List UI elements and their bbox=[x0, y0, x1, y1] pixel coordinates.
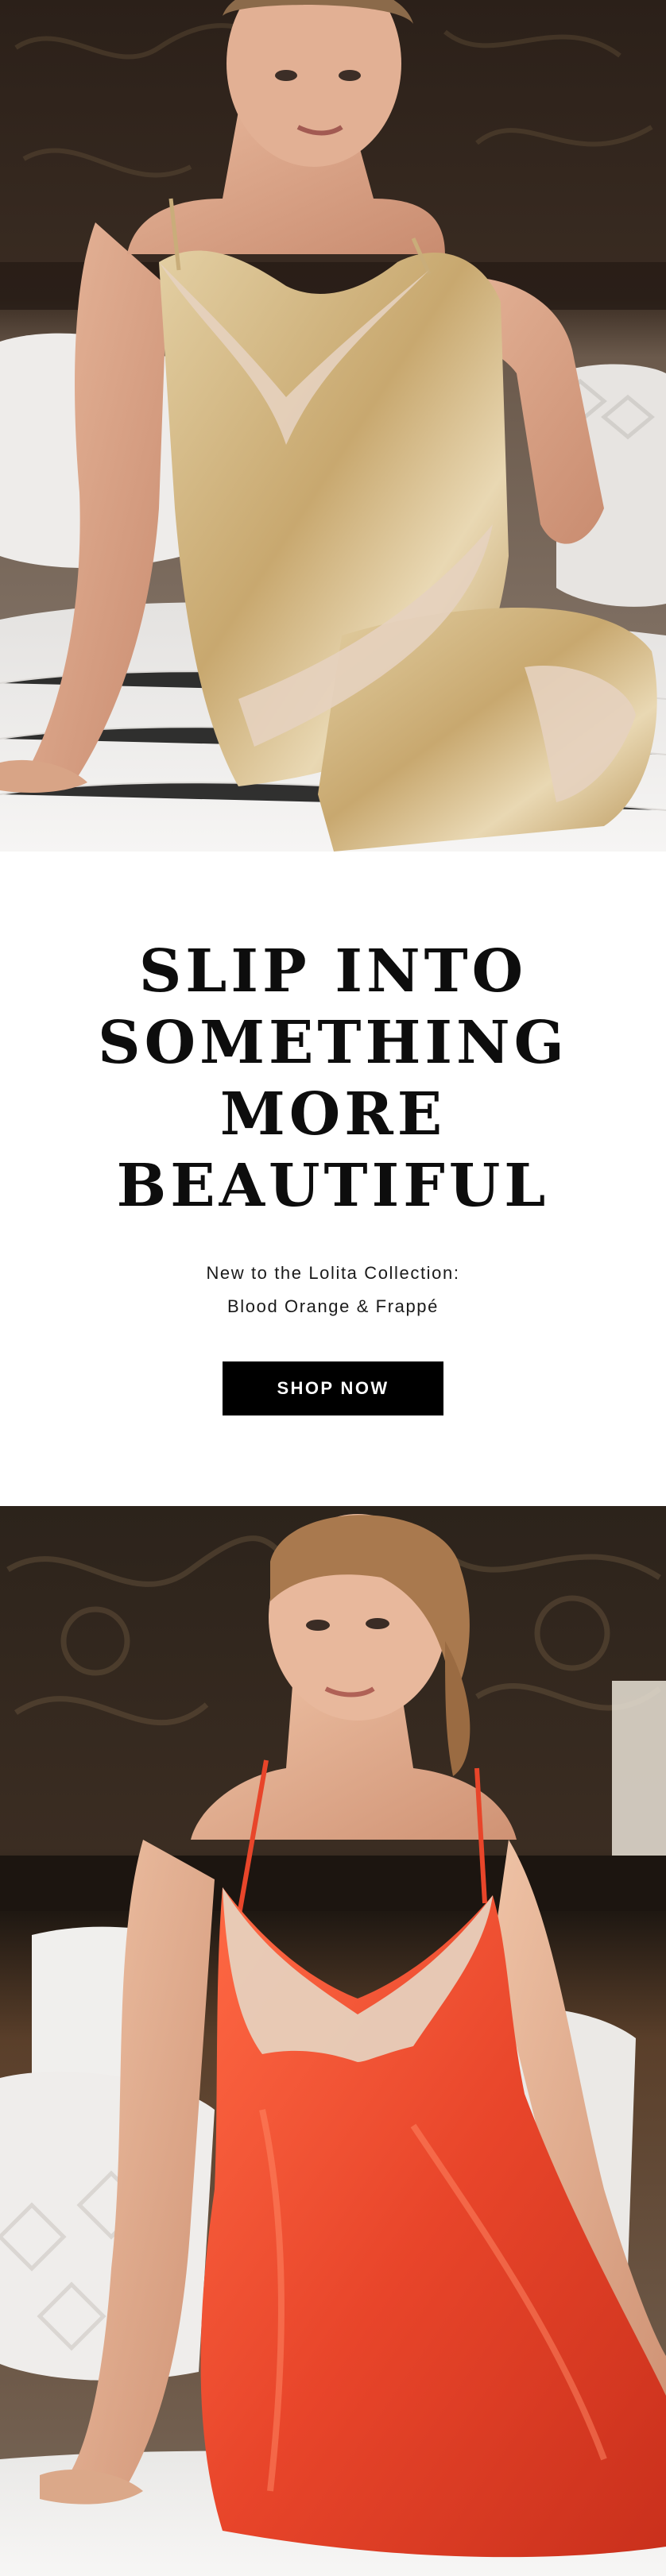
headline-line-4: BEAUTIFUL bbox=[116, 1152, 550, 1220]
hero-photo-gold bbox=[0, 0, 666, 852]
headline: SLIP INTO SOMETHING MORE BEAUTIFUL bbox=[0, 936, 666, 1222]
email-page: SLIP INTO SOMETHING MORE BEAUTIFUL New t… bbox=[0, 0, 666, 2576]
headline-line-3: MORE bbox=[219, 1080, 447, 1149]
subheading: New to the Lolita Collection: Blood Oran… bbox=[0, 1257, 666, 1323]
subheading-line-2: Blood Orange & Frappé bbox=[227, 1296, 439, 1316]
promo-copy-section: SLIP INTO SOMETHING MORE BEAUTIFUL New t… bbox=[0, 852, 666, 1506]
hero-image-gold-camisole[interactable] bbox=[0, 0, 666, 852]
headline-line-1: SLIP INTO bbox=[138, 937, 528, 1006]
headline-line-2: SOMETHING bbox=[98, 1009, 568, 1077]
hero-photo-blood-orange bbox=[0, 1506, 666, 2576]
hero-image-blood-orange-slip[interactable] bbox=[0, 1506, 666, 2576]
subheading-line-1: New to the Lolita Collection: bbox=[206, 1263, 460, 1283]
shop-now-button[interactable]: SHOP NOW bbox=[223, 1361, 443, 1415]
